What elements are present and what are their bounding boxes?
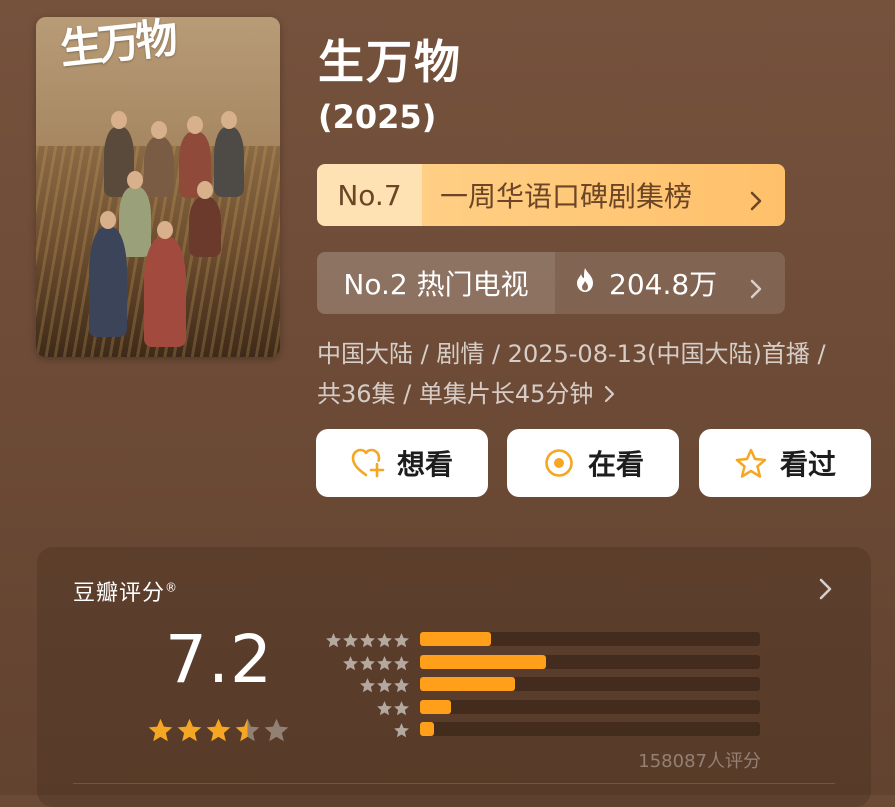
chevron-right-icon[interactable] [817,577,833,605]
rating-distribution-row [322,652,762,674]
watching-label: 在看 [587,448,644,481]
want-to-watch-button[interactable]: 想看 [316,429,488,497]
rating-distribution [322,629,762,742]
distribution-bar-fill [420,722,434,737]
show-meta-info[interactable]: 中国大陆 / 剧情 / 2025-08-13(中国大陆)首播 / 共36集 / … [317,334,887,415]
small-star-icon [360,678,375,693]
distribution-bar-fill [420,632,492,646]
weekly-rank-number: No.7 [317,164,422,226]
small-star-icon [343,633,358,648]
small-star-icon [394,655,409,670]
weekly-rank-label: 一周华语口碑剧集榜 [440,180,693,213]
small-star-icon [394,633,409,648]
distribution-bar-fill [420,677,516,692]
star-icon [235,718,260,742]
small-star-icon [377,700,392,716]
row-stars [393,722,410,739]
rating-distribution-row [322,719,762,741]
divider [73,783,835,784]
watching-button[interactable]: 在看 [507,429,679,497]
star-icon [177,718,202,742]
douban-rating-panel[interactable]: 豆瓣评分® 7.2 158087人评分 [37,547,871,807]
chevron-right-icon [749,185,763,218]
watched-button[interactable]: 看过 [699,429,871,497]
rating-distribution-row [322,674,762,696]
distribution-bar-fill [420,654,546,669]
small-star-icon [377,655,392,670]
small-star-icon [377,633,392,648]
distribution-bar-track [420,677,760,692]
small-star-icon [360,655,375,670]
small-star-icon [394,723,409,738]
meta-line-2-wrap: 共36集 / 单集片长45分钟 [317,374,887,415]
watched-label: 看过 [779,448,836,481]
hot-count-value: 204.8万 [609,268,718,301]
rating-count: 158087人评分 [638,751,761,772]
distribution-bar-track [420,654,760,669]
star-icon [206,718,231,742]
distribution-bar-fill [420,699,451,714]
heart-plus-icon [351,446,385,480]
rating-header-mark: ® [165,580,179,595]
rating-stars [147,717,290,744]
star-icon [148,718,173,742]
star-outline-icon [734,446,768,480]
star-icon [264,718,289,742]
release-year: (2025) [318,98,437,136]
hot-tv-rank-number: No.2 热门电视 [317,252,555,314]
want-to-watch-label: 想看 [396,448,453,481]
row-stars [342,655,410,672]
rating-header-label: 豆瓣评分 [73,581,166,606]
weekly-rank-label-wrap: 一周华语口碑剧集榜 [422,164,785,226]
chevron-right-icon [749,273,763,306]
row-stars [359,677,410,694]
poster-image[interactable]: 生万物 [36,17,280,357]
meta-line-2: 共36集 / 单集片长45分钟 [317,380,594,408]
small-star-icon [360,633,375,648]
rating-distribution-row [322,697,762,719]
row-stars [325,632,410,649]
rating-distribution-row [322,629,762,651]
rating-header: 豆瓣评分® [73,575,178,607]
small-star-icon [326,633,341,648]
poster-cast-group [84,111,254,347]
distribution-bar-track [420,722,760,737]
meta-line-1: 中国大陆 / 剧情 / 2025-08-13(中国大陆)首播 / [317,340,826,368]
distribution-bar-track [420,632,760,646]
row-stars [376,700,410,717]
chevron-right-icon [603,375,615,415]
hot-count-wrap: 204.8万 [555,252,785,314]
flame-icon [575,267,595,300]
small-star-icon [394,700,409,716]
target-circle-icon [542,446,576,480]
distribution-bar-track [420,699,760,714]
page-title: 生万物 [318,35,462,89]
small-star-icon [377,678,392,693]
small-star-icon [343,655,358,670]
rating-score: 7.2 [165,621,273,698]
weekly-rank-badge[interactable]: No.7 一周华语口碑剧集榜 [317,164,785,226]
small-star-icon [394,678,409,693]
action-buttons: 想看 在看 看过 [316,429,872,497]
hot-tv-rank-badge[interactable]: No.2 热门电视 204.8万 [317,252,785,314]
poster-title-logo: 生万物 [57,17,177,74]
